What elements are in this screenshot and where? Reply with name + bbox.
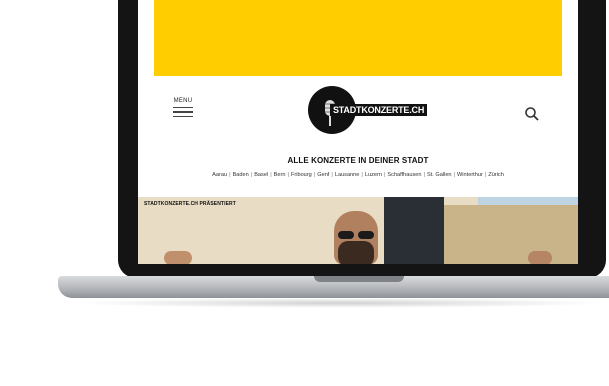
hero-person-beard	[338, 241, 374, 264]
city-link-lausanne[interactable]: Lausanne	[335, 172, 360, 178]
sunglasses-icon	[336, 231, 376, 239]
menu-label: MENU	[173, 98, 193, 104]
city-link-luzern[interactable]: Luzern	[365, 172, 382, 178]
search-button[interactable]	[524, 106, 540, 122]
city-link-aarau[interactable]: Aarau	[212, 172, 227, 178]
laptop-notch	[314, 276, 404, 282]
city-link-fribourg[interactable]: Fribourg	[291, 172, 312, 178]
hero-building	[444, 205, 578, 264]
laptop-shadow	[70, 298, 609, 308]
city-link-schaffhausen[interactable]: Schaffhausen	[387, 172, 421, 178]
city-link-bern[interactable]: Bern	[274, 172, 286, 178]
laptop-screen: MENU STADTKONZERTE.CH ALLE KONZERTE IN D…	[138, 0, 578, 264]
site-header: MENU STADTKONZERTE.CH	[138, 76, 578, 156]
hero-badge: STADTKONZERTE.CH PRÄSENTIERT	[144, 201, 236, 207]
menu-button[interactable]: MENU	[170, 98, 196, 122]
city-navigation: Aarau | Baden | Basel | Bern | Fribourg | Genf | Lau…	[212, 172, 504, 178]
hero-hand-right	[528, 251, 552, 264]
hero-image[interactable]: STADTKONZERTE.CH PRÄSENTIERT	[138, 197, 578, 264]
hero-hand-left	[164, 251, 192, 264]
city-link-st-gallen[interactable]: St. Gallen	[427, 172, 452, 178]
city-link-zuerich[interactable]: Zürich	[488, 172, 504, 178]
yellow-banner	[154, 0, 562, 76]
city-link-baden[interactable]: Baden	[233, 172, 249, 178]
city-link-winterthur[interactable]: Winterthur	[457, 172, 483, 178]
city-link-basel[interactable]: Basel	[254, 172, 268, 178]
page-tagline: ALLE KONZERTE IN DEINER STADT	[287, 156, 429, 165]
hamburger-icon	[170, 107, 196, 118]
hero-dark-wall	[384, 197, 444, 264]
site-logo[interactable]: STADTKONZERTE.CH	[308, 86, 428, 136]
city-link-genf[interactable]: Genf	[317, 172, 329, 178]
logo-text: STADTKONZERTE.CH	[330, 104, 428, 116]
search-icon	[525, 107, 539, 121]
